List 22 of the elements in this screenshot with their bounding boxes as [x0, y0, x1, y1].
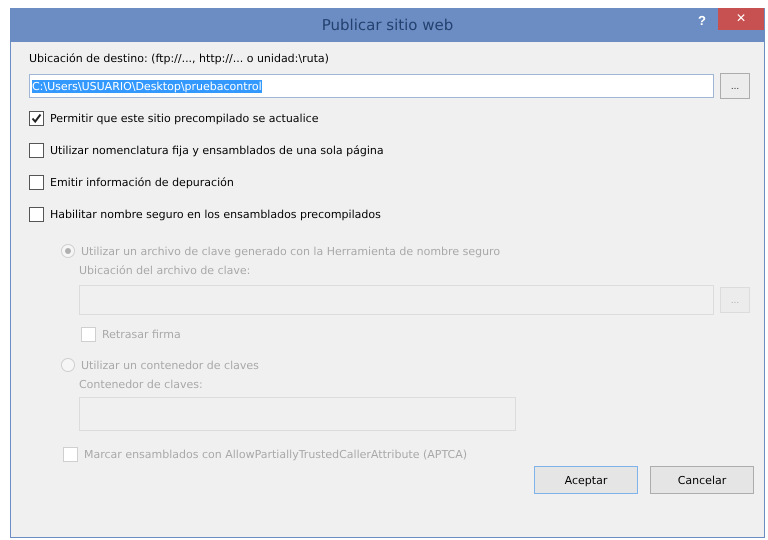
- field-label: Contenedor de claves:: [79, 378, 203, 391]
- checkbox-label: Habilitar nombre seguro en los ensamblados precompilados: [50, 208, 381, 221]
- help-button[interactable]: ?: [692, 12, 712, 29]
- checkbox-label: Utilizar nomenclatura fija y ensamblados de una sola página: [50, 144, 384, 157]
- browse-button[interactable]: ...: [720, 73, 750, 99]
- checkbox[interactable]: [29, 207, 44, 222]
- cancel-button[interactable]: Cancelar: [650, 466, 754, 494]
- checkbox[interactable]: [29, 175, 44, 190]
- radio-label: Utilizar un archivo de clave generado con la Herramienta de nombre seguro: [81, 244, 500, 258]
- window-title: Publicar sitio web: [322, 16, 454, 34]
- field-label: Ubicación de destino: (ftp://..., http://... o unidad:\ruta): [29, 52, 330, 65]
- checkbox-label: Permitir que este sitio precompilado se actualice: [50, 112, 318, 125]
- checkbox-label: Marcar ensamblados con AllowPartiallyTrustedCallerAttribute (APTCA): [84, 448, 468, 461]
- close-button[interactable]: ×: [718, 8, 764, 30]
- field-label: Ubicación del archivo de clave:: [79, 264, 250, 277]
- checkbox[interactable]: [29, 143, 44, 158]
- ok-button[interactable]: Aceptar: [534, 466, 638, 494]
- checkbox-label: Emitir información de depuración: [50, 176, 234, 189]
- radio-label: Utilizar un contenedor de claves: [81, 358, 259, 372]
- checkbox[interactable]: [29, 111, 44, 126]
- checkbox-label: Retrasar firma: [102, 328, 181, 341]
- input-field[interactable]: C:\Users\USUARIO\Desktop\pruebacontrol: [29, 74, 714, 98]
